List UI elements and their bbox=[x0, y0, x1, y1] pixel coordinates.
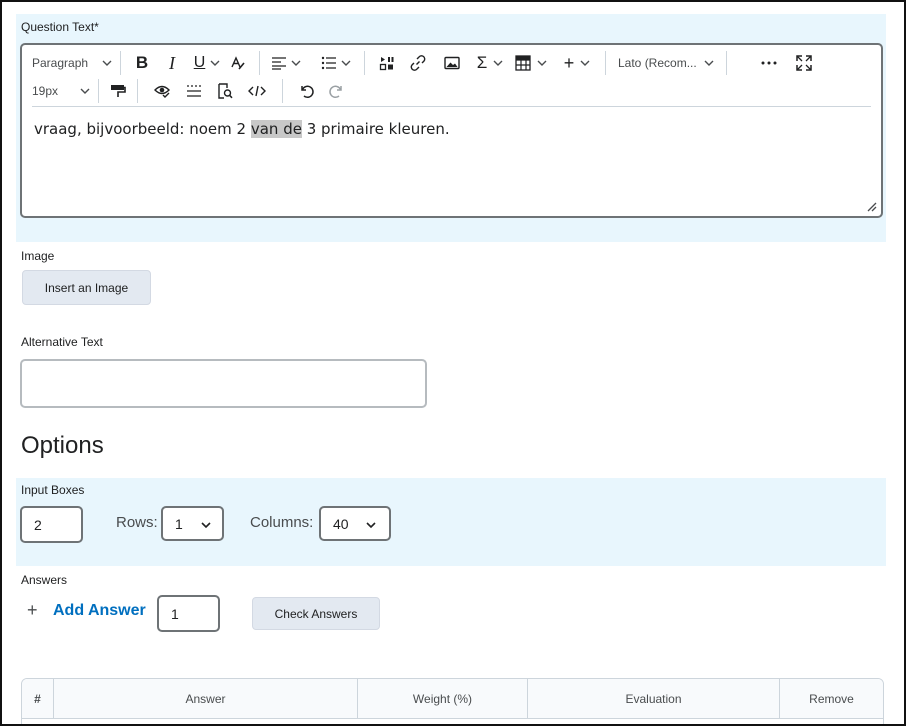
underline-dropdown[interactable]: U bbox=[189, 51, 225, 75]
rows-select[interactable]: 1 bbox=[161, 506, 224, 541]
paragraph-format-label: Paragraph bbox=[32, 56, 89, 70]
font-size-dropdown[interactable]: 19px bbox=[32, 79, 90, 103]
chevron-down-icon bbox=[493, 60, 503, 66]
fullscreen-icon[interactable] bbox=[789, 51, 819, 75]
editor-toolbar-row-1: Paragraph B I U Σ + Lato (Recom... bbox=[32, 51, 819, 75]
selected-text: van de bbox=[250, 120, 302, 138]
toolbar-separator bbox=[282, 79, 283, 103]
insert-more-dropdown[interactable]: + bbox=[557, 51, 597, 75]
chevron-down-icon bbox=[102, 60, 112, 66]
table-icon bbox=[515, 55, 531, 71]
font-size-label: 19px bbox=[32, 84, 59, 98]
font-family-label: Lato (Recom... bbox=[618, 56, 697, 70]
toolbar-separator bbox=[605, 51, 606, 75]
alternative-text-label: Alternative Text bbox=[21, 335, 103, 349]
input-boxes-section: Input Boxes 2 Rows: 1 Columns: 40 bbox=[16, 478, 886, 566]
input-boxes-field[interactable]: 2 bbox=[20, 506, 83, 543]
question-text-label: Question Text* bbox=[21, 20, 99, 34]
chevron-down-icon bbox=[537, 60, 547, 66]
column-header-weight: Weight (%) bbox=[358, 679, 528, 719]
sigma-icon: Σ bbox=[476, 53, 488, 72]
insert-stuff-icon[interactable] bbox=[373, 51, 401, 75]
rows-label: Rows: bbox=[116, 514, 158, 531]
column-header-evaluation: Evaluation bbox=[528, 679, 780, 719]
link-icon[interactable] bbox=[401, 51, 435, 75]
editor-content[interactable]: vraag, bijvoorbeeld: noem 2 van de 3 pri… bbox=[34, 120, 450, 138]
redo-icon[interactable] bbox=[323, 79, 349, 103]
format-painter-icon[interactable] bbox=[107, 79, 129, 103]
content-text: vraag, bijvoorbeeld: noem 2 bbox=[34, 120, 251, 138]
editor-toolbar-row-2: 19px bbox=[32, 79, 349, 103]
accessibility-checker-icon[interactable] bbox=[146, 79, 178, 103]
question-editor-page: Question Text* Paragraph B I U Σ + Lato … bbox=[0, 0, 906, 726]
chevron-down-icon bbox=[366, 522, 376, 529]
plus-icon: + bbox=[563, 52, 575, 73]
answers-table-header: # Answer Weight (%) Evaluation Remove bbox=[22, 679, 883, 719]
chevron-down-icon bbox=[341, 60, 351, 66]
chevron-down-icon bbox=[210, 60, 220, 66]
undo-icon[interactable] bbox=[291, 79, 323, 103]
image-icon[interactable] bbox=[435, 51, 469, 75]
toolbar-separator bbox=[726, 51, 727, 75]
required-mark: * bbox=[94, 20, 99, 34]
add-answer-label: Add Answer bbox=[53, 601, 146, 619]
question-text-label-text: Question Text bbox=[21, 20, 95, 34]
bullet-list-icon bbox=[321, 56, 336, 70]
more-options-icon[interactable] bbox=[749, 51, 789, 75]
chevron-down-icon bbox=[80, 88, 90, 94]
rows-select-value: 1 bbox=[175, 515, 183, 532]
list-dropdown[interactable] bbox=[316, 51, 356, 75]
add-answer-button[interactable]: + Add Answer bbox=[27, 600, 146, 621]
paragraph-format-dropdown[interactable]: Paragraph bbox=[32, 51, 112, 75]
column-header-answer: Answer bbox=[54, 679, 358, 719]
equation-dropdown[interactable]: Σ bbox=[469, 51, 511, 75]
underline-icon: U bbox=[193, 54, 206, 71]
chevron-down-icon bbox=[580, 60, 590, 66]
editor-toolbar-divider bbox=[32, 106, 871, 107]
horizontal-line-icon[interactable] bbox=[178, 79, 210, 103]
font-family-dropdown[interactable]: Lato (Recom... bbox=[618, 51, 714, 75]
column-header-remove: Remove bbox=[809, 692, 854, 706]
toolbar-separator bbox=[137, 79, 138, 103]
bold-icon[interactable]: B bbox=[129, 51, 155, 75]
plus-icon: + bbox=[27, 600, 38, 620]
check-answers-button[interactable]: Check Answers bbox=[252, 597, 380, 630]
toolbar-separator bbox=[259, 51, 260, 75]
toolbar-separator bbox=[98, 79, 99, 103]
alternative-text-input[interactable] bbox=[20, 359, 427, 408]
answers-label: Answers bbox=[21, 573, 68, 587]
toolbar-separator bbox=[364, 51, 365, 75]
columns-select-value: 40 bbox=[333, 515, 349, 532]
preview-icon[interactable] bbox=[210, 79, 240, 103]
chevron-down-icon bbox=[201, 522, 211, 529]
resize-grip-icon[interactable] bbox=[865, 200, 877, 212]
toolbar-separator bbox=[120, 51, 121, 75]
chevron-down-icon bbox=[291, 60, 301, 66]
columns-select[interactable]: 40 bbox=[319, 506, 391, 541]
align-dropdown[interactable] bbox=[268, 51, 304, 75]
image-label: Image bbox=[21, 249, 55, 263]
input-boxes-label: Input Boxes bbox=[21, 483, 85, 497]
insert-image-button[interactable]: Insert an Image bbox=[22, 270, 151, 305]
rich-text-editor[interactable]: Paragraph B I U Σ + Lato (Recom... 19px … bbox=[20, 43, 883, 218]
align-left-icon bbox=[272, 57, 286, 70]
column-header-number: # bbox=[22, 679, 54, 719]
answer-count-field[interactable]: 1 bbox=[157, 595, 220, 632]
options-heading: Options bbox=[21, 432, 104, 459]
chevron-down-icon bbox=[704, 60, 714, 66]
answers-table: # Answer Weight (%) Evaluation Remove bbox=[21, 678, 884, 724]
table-dropdown[interactable] bbox=[511, 51, 551, 75]
columns-label: Columns: bbox=[250, 514, 314, 531]
content-text: 3 primaire kleuren. bbox=[301, 120, 450, 138]
question-text-section: Question Text* Paragraph B I U Σ + Lato … bbox=[16, 14, 886, 242]
source-code-icon[interactable] bbox=[240, 79, 274, 103]
italic-icon[interactable]: I bbox=[155, 51, 189, 75]
text-color-icon[interactable] bbox=[225, 51, 251, 75]
